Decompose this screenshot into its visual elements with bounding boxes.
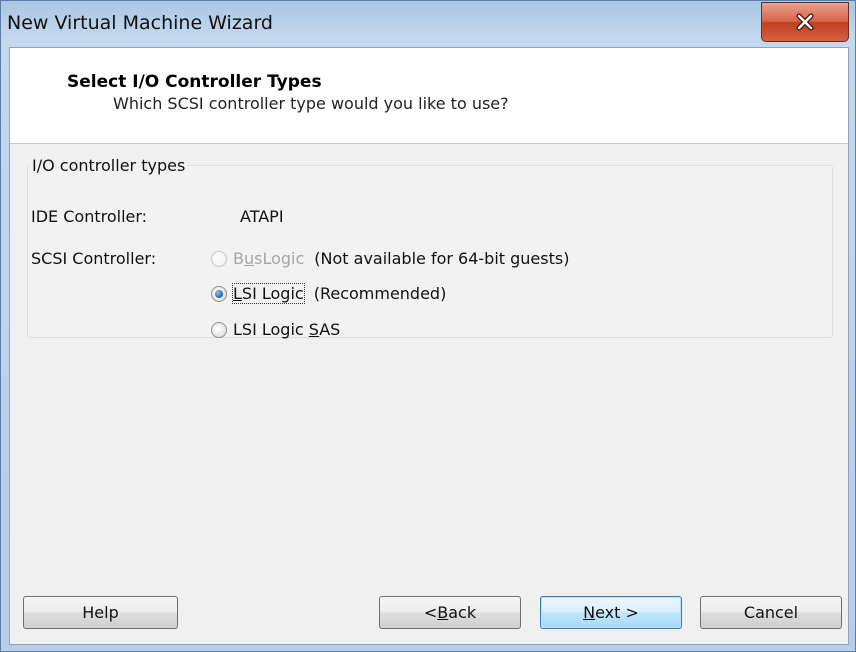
radio-selected-dot xyxy=(215,289,223,298)
group-legend: I/O controller types xyxy=(32,156,186,175)
io-controller-group: I/O controller types IDE Controller: ATA… xyxy=(27,156,833,339)
wizard-body: Select I/O Controller Types Which SCSI c… xyxy=(9,47,849,645)
title-bar[interactable]: New Virtual Machine Wizard xyxy=(1,1,855,47)
ide-controller-value: ATAPI xyxy=(240,207,284,226)
cancel-button[interactable]: Cancel xyxy=(700,596,842,629)
next-button[interactable]: Next > xyxy=(540,596,682,629)
radio-button-buslogic[interactable] xyxy=(211,250,227,267)
radio-option-lsi-logic-sas[interactable]: LSI Logic SAS xyxy=(211,320,340,339)
radio-button-lsi-logic[interactable] xyxy=(211,285,227,302)
window-title: New Virtual Machine Wizard xyxy=(7,12,273,34)
wizard-window: New Virtual Machine Wizard Select I/O Co… xyxy=(0,0,856,652)
radio-button-lsi-logic-sas[interactable] xyxy=(211,321,227,338)
radio-label-lsi-logic-sas: LSI Logic SAS xyxy=(233,320,341,339)
lsi-logic-note: (Recommended) xyxy=(313,284,447,303)
buslogic-note: (Not available for 64-bit guests) xyxy=(314,249,570,268)
radio-label-buslogic: BusLogic xyxy=(233,249,305,268)
help-button[interactable]: Help xyxy=(23,596,178,629)
close-x-icon xyxy=(796,13,814,31)
radio-label-lsi-logic: LSI Logic xyxy=(232,283,305,304)
ide-controller-label: IDE Controller: xyxy=(31,207,148,226)
scsi-controller-label: SCSI Controller: xyxy=(31,249,157,268)
wizard-header: Select I/O Controller Types Which SCSI c… xyxy=(10,48,848,144)
radio-option-lsi-logic[interactable]: LSI Logic (Recommended) xyxy=(211,283,447,304)
page-subtitle: Which SCSI controller type would you lik… xyxy=(113,94,509,113)
back-button[interactable]: < Back xyxy=(379,596,521,629)
close-button[interactable] xyxy=(761,2,849,42)
radio-option-buslogic[interactable]: BusLogic (Not available for 64-bit guest… xyxy=(211,249,569,268)
page-title: Select I/O Controller Types xyxy=(67,72,322,92)
